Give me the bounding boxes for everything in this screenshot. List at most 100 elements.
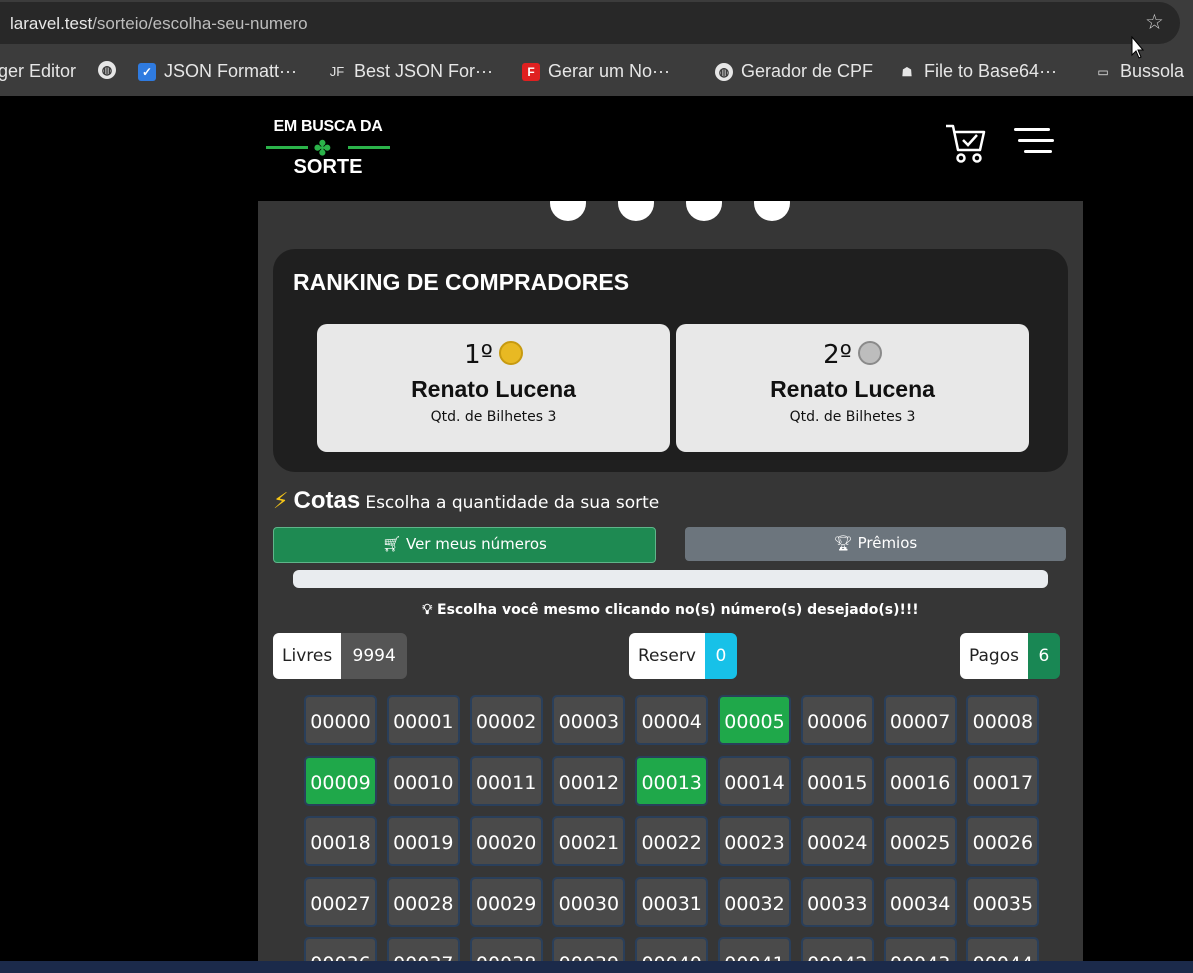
folder-icon: ▭ (1097, 64, 1109, 79)
number-button[interactable]: 00005 (718, 695, 791, 745)
cotas-title: Cotas (293, 487, 361, 514)
number-button[interactable]: 00039 (552, 937, 626, 961)
number-button[interactable]: 00012 (552, 755, 626, 806)
ranking-name: Renato Lucena (770, 376, 935, 402)
bookmark-item[interactable]: ◍ (98, 61, 116, 79)
number-button[interactable]: 00009 (304, 755, 377, 806)
bookmark-folder[interactable]: ▭ Bussola (1094, 61, 1184, 82)
reserv-count: 0 (704, 633, 737, 679)
number-button[interactable]: 00043 (883, 937, 957, 961)
mouse-cursor-icon (1131, 35, 1145, 59)
number-button[interactable]: 00026 (966, 816, 1040, 866)
ranking-card: 2º Renato Lucena Qtd. de Bilhetes 3 (676, 324, 1029, 452)
number-button[interactable]: 00011 (469, 755, 543, 806)
reserv-label: Reserv (629, 633, 705, 679)
lightbulb-icon: 💡︎ (422, 602, 433, 618)
number-button[interactable]: 00003 (552, 695, 626, 745)
number-button[interactable]: 00018 (304, 816, 377, 866)
number-button[interactable]: 00016 (883, 755, 957, 806)
number-button[interactable]: 00017 (966, 755, 1040, 806)
number-button[interactable]: 00027 (304, 876, 377, 927)
number-button[interactable]: 00037 (386, 937, 460, 961)
number-button[interactable]: 00024 (800, 816, 874, 866)
number-button[interactable]: 00007 (883, 695, 957, 745)
number-button[interactable]: 00035 (966, 876, 1040, 927)
bookmark-star-icon[interactable]: ☆ (1145, 10, 1164, 34)
number-button[interactable]: 00044 (966, 937, 1040, 961)
number-button[interactable]: 00042 (800, 937, 874, 961)
logo-divider: ✤ (266, 136, 390, 160)
globe-icon: ◍ (98, 61, 116, 79)
whatsapp-icon[interactable] (686, 201, 722, 221)
taskbar (0, 961, 1193, 973)
bookmark-item[interactable]: ◍ Gerador de CPF (715, 61, 873, 82)
progress-bar (293, 570, 1048, 588)
filter-reservados[interactable]: Reserv 0 (629, 633, 737, 679)
number-button[interactable]: 00029 (469, 876, 543, 927)
number-button[interactable]: 00030 (552, 876, 626, 927)
url-text[interactable]: laravel.test/sorteio/escolha-seu-numero (10, 14, 308, 34)
number-button[interactable]: 00020 (469, 816, 543, 866)
buyers-ranking: RANKING DE COMPRADORES 1º Renato Lucena … (273, 249, 1068, 472)
bookmarks-bar: ger Editor ◍ ✓ JSON Formatt··· JF Best J… (0, 48, 1193, 96)
twitter-icon[interactable] (754, 201, 790, 221)
filter-pagos[interactable]: Pagos 6 (960, 633, 1060, 679)
ranking-position: 2º (823, 340, 852, 370)
ranking-name: Renato Lucena (411, 376, 576, 402)
bookmark-item[interactable]: JF Best JSON For··· (328, 61, 493, 82)
number-button[interactable]: 00014 (718, 755, 791, 806)
number-button[interactable]: 00032 (718, 876, 791, 927)
ranking-title: RANKING DE COMPRADORES (293, 269, 630, 295)
number-button[interactable]: 00036 (304, 937, 377, 961)
number-button[interactable]: 00028 (386, 876, 460, 927)
number-button[interactable]: 00013 (635, 755, 709, 806)
globe-icon: ◍ (715, 62, 733, 81)
number-button[interactable]: 00015 (800, 755, 874, 806)
cotas-heading: ⚡ Cotas Escolha a quantidade da sua sort… (273, 487, 659, 515)
number-button[interactable]: 00001 (386, 695, 460, 745)
number-button[interactable]: 00023 (718, 816, 791, 866)
number-button[interactable]: 00040 (635, 937, 709, 961)
number-button[interactable]: 00004 (635, 695, 709, 745)
telegram-icon[interactable] (618, 201, 654, 221)
ranking-qty: Qtd. de Bilhetes 3 (430, 409, 557, 425)
logo-text-top: EM BUSCA DA (273, 118, 383, 135)
ranking-card: 1º Renato Lucena Qtd. de Bilhetes 3 (317, 324, 670, 452)
number-button[interactable]: 00019 (386, 816, 460, 866)
number-button[interactable]: 00002 (469, 695, 543, 745)
number-button[interactable]: 00022 (635, 816, 709, 866)
number-button[interactable]: 00008 (966, 695, 1040, 745)
pagos-count: 6 (1027, 633, 1060, 679)
number-button[interactable]: 00021 (552, 816, 626, 866)
number-button[interactable]: 00034 (883, 876, 957, 927)
hamburger-menu-icon[interactable] (1014, 128, 1054, 156)
site-logo[interactable]: EM BUSCA DA ✤ SORTE (266, 118, 390, 182)
cart-icon[interactable] (944, 122, 988, 166)
bookmark-item[interactable]: F Gerar um No··· (522, 61, 670, 82)
checkbox-icon: ✓ (138, 62, 156, 81)
number-button[interactable]: 00031 (635, 876, 709, 927)
filter-livres[interactable]: Livres 9994 (273, 633, 408, 679)
address-bar[interactable]: laravel.test/sorteio/escolha-seu-numero (0, 2, 1180, 44)
pagos-label: Pagos (960, 633, 1028, 679)
trophy-icon: 🏆︎ (833, 534, 853, 552)
base64-icon: ☗ (901, 64, 913, 79)
number-button[interactable]: 00033 (800, 876, 874, 927)
bookmark-item[interactable]: ☗ File to Base64··· (898, 61, 1057, 82)
ranking-position: 1º (464, 340, 493, 370)
lightning-icon: ⚡ (273, 489, 289, 514)
selection-hint: 💡︎ Escolha você mesmo clicando no(s) núm… (422, 602, 919, 618)
number-button[interactable]: 00038 (469, 937, 543, 961)
number-button[interactable]: 00041 (718, 937, 791, 961)
view-my-numbers-button[interactable]: 🛒︎ Ver meus números (273, 527, 656, 563)
bookmark-item[interactable]: ✓ JSON Formatt··· (138, 61, 297, 82)
number-button[interactable]: 00000 (304, 695, 377, 745)
gold-medal-icon (498, 341, 523, 365)
prizes-button[interactable]: 🏆︎ Prêmios (685, 527, 1066, 561)
facebook-icon[interactable] (550, 201, 586, 221)
livres-label: Livres (273, 633, 342, 679)
number-button[interactable]: 00006 (800, 695, 874, 745)
number-button[interactable]: 00025 (883, 816, 957, 866)
number-button[interactable]: 00010 (386, 755, 460, 806)
bookmark-item[interactable]: ger Editor (0, 61, 76, 82)
